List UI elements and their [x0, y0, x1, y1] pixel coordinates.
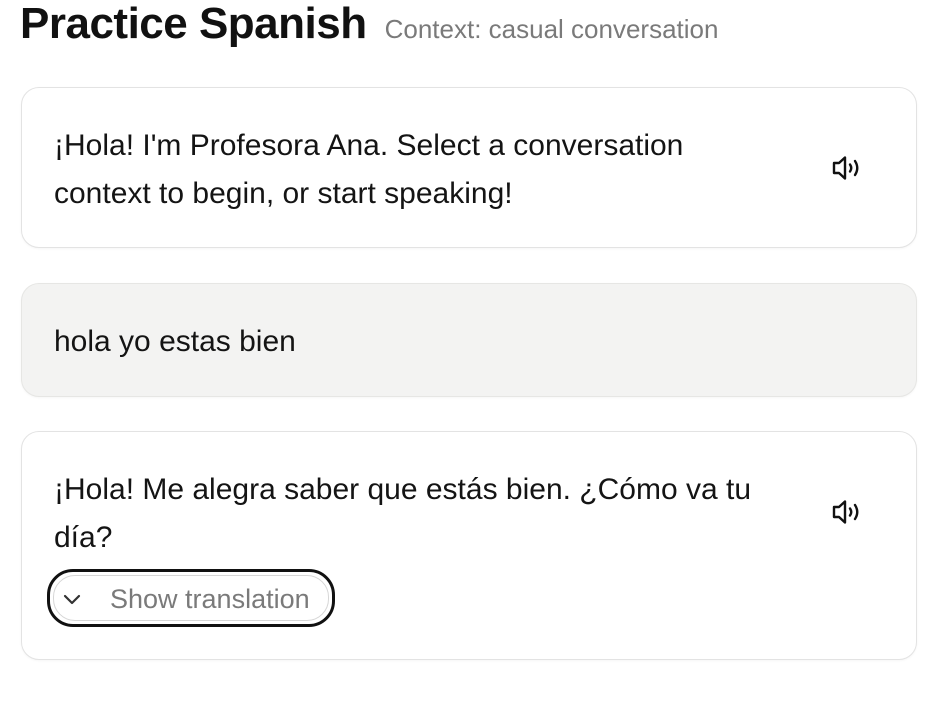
page-header: Practice Spanish Context: casual convers… [20, 0, 718, 48]
chat-page: Practice Spanish Context: casual convers… [0, 0, 944, 722]
message-text: ¡Hola! Me alegra saber que estás bien. ¿… [54, 466, 751, 562]
message-line: context to begin, or start speaking! [54, 177, 513, 210]
show-translation-label: Show translation [110, 584, 310, 614]
message-line: ¡Hola! I'm Profesora Ana. Select a conve… [54, 129, 684, 162]
show-translation-button[interactable]: Show translation [47, 569, 335, 627]
chevron-down-icon [62, 589, 82, 609]
message-line: ¡Hola! Me alegra saber que estás bien. ¿… [54, 473, 752, 506]
speaker-icon[interactable] [830, 151, 864, 185]
assistant-message: ¡Hola! Me alegra saber que estás bien. ¿… [21, 431, 917, 660]
speaker-icon[interactable] [830, 495, 864, 529]
message-text: ¡Hola! I'm Profesora Ana. Select a conve… [54, 122, 683, 218]
message-text: hola yo estas bien [54, 318, 296, 366]
message-line: día? [54, 521, 113, 554]
assistant-message: ¡Hola! I'm Profesora Ana. Select a conve… [21, 87, 917, 248]
message-line: hola yo estas bien [54, 325, 296, 358]
user-message: hola yo estas bien [21, 283, 917, 397]
page-title: Practice Spanish [20, 0, 367, 48]
context-label: Context: casual conversation [384, 14, 719, 44]
